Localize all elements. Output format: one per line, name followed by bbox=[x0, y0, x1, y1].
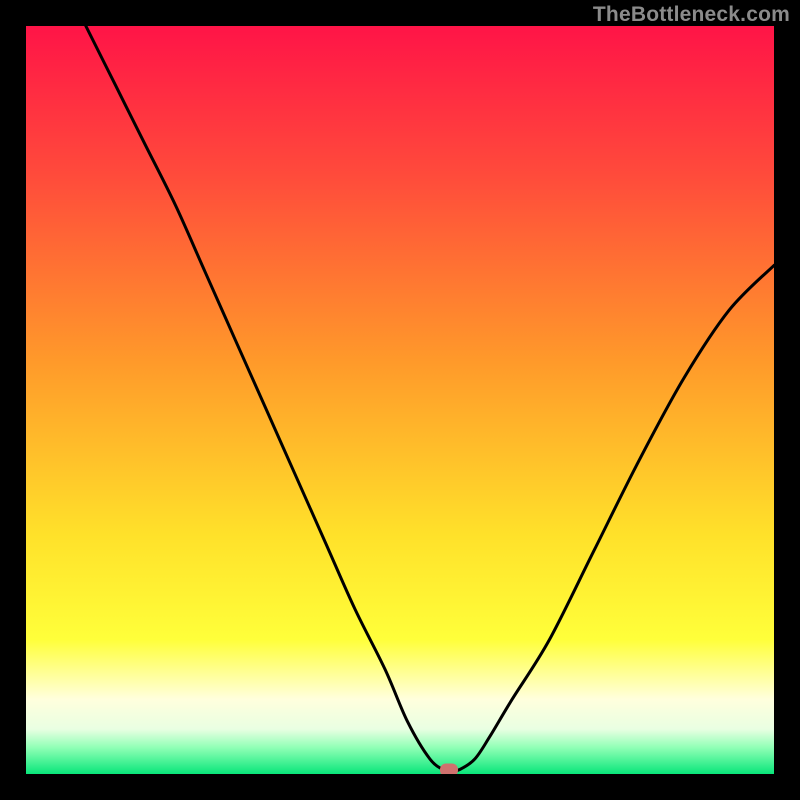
bottleneck-gradient-bg bbox=[26, 26, 774, 774]
chart-frame: TheBottleneck.com bbox=[0, 0, 800, 800]
watermark-text: TheBottleneck.com bbox=[593, 3, 790, 27]
plot-area bbox=[26, 26, 774, 774]
